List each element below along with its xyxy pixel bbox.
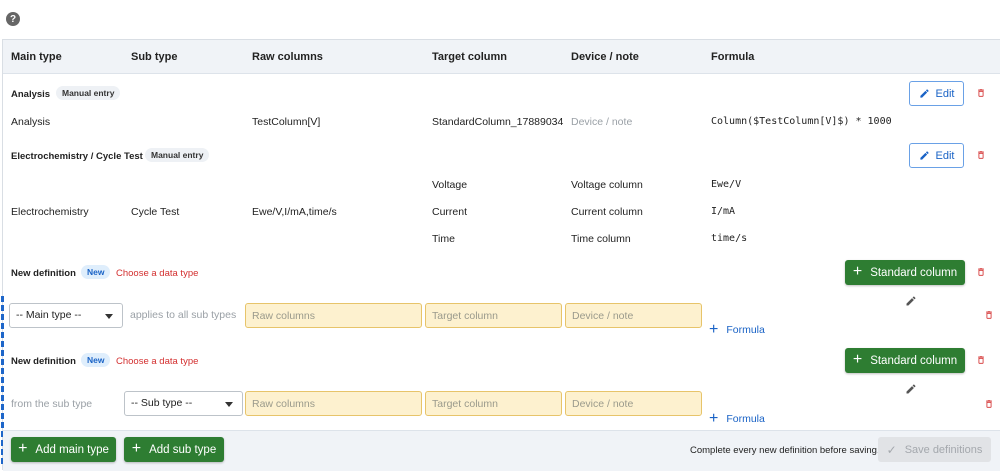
chevron-down-icon [225, 402, 233, 407]
pencil-icon[interactable] [905, 295, 917, 307]
mapping-formula: Ewe/V [711, 179, 742, 190]
device-note-input[interactable] [565, 391, 702, 416]
column-header-sub-type: Sub type [131, 51, 178, 63]
delete-icon[interactable] [976, 87, 986, 99]
mapping-target: Voltage [432, 179, 468, 191]
mapping-target: Current [432, 206, 468, 218]
mapping-target: Time [432, 233, 455, 245]
new-badge: New [81, 353, 111, 367]
add-sub-type-button[interactable]: + Add sub type [124, 437, 224, 462]
target-column-input[interactable] [425, 303, 562, 328]
formula-label: Formula [726, 413, 765, 425]
cell-raw-columns: Ewe/V,I/mA,time/s [252, 206, 337, 218]
scope-text: from the sub type [11, 398, 93, 410]
add-main-type-button[interactable]: + Add main type [11, 437, 116, 462]
column-header-formula: Formula [711, 51, 755, 63]
plus-icon: + [709, 321, 719, 338]
cell-sub-type: Cycle Test [131, 206, 180, 218]
cell-main-type: Electrochemistry [11, 206, 89, 218]
add-main-type-label: Add main type [35, 443, 109, 456]
edit-button-label: Edit [935, 87, 955, 100]
edit-button-label: Edit [935, 149, 955, 162]
chevron-down-icon [105, 314, 113, 319]
mapping-formula: I/mA [711, 206, 736, 217]
table-header: Main type Sub type Raw columns Target co… [3, 40, 1000, 74]
new-definition-title: New definition [11, 268, 76, 279]
column-header-raw-columns: Raw columns [252, 51, 323, 63]
add-formula-link[interactable]: + Formula [709, 411, 765, 427]
add-formula-link[interactable]: + Formula [709, 322, 765, 338]
standard-column-button[interactable]: + Standard column [845, 348, 965, 373]
standard-column-label: Standard column [870, 266, 958, 279]
new-definition-title: New definition [11, 356, 76, 367]
standard-column-button[interactable]: + Standard column [845, 260, 965, 285]
manual-entry-badge: Manual entry [56, 86, 121, 100]
check-icon: ✓ [886, 442, 897, 457]
device-note-input[interactable] [565, 303, 702, 328]
cell-device-note: Device / note [571, 116, 633, 128]
pencil-icon [919, 151, 929, 160]
edit-button[interactable]: Edit [909, 81, 964, 106]
column-header-device-note: Device / note [571, 51, 639, 63]
pencil-icon [919, 89, 929, 98]
sub-type-select[interactable]: -- Sub type -- [124, 391, 243, 416]
validation-hint: Choose a data type [116, 268, 199, 279]
manual-entry-badge: Manual entry [145, 148, 210, 162]
mapping-device: Time column [571, 233, 631, 245]
column-header-target-column: Target column [432, 51, 507, 63]
plus-icon: + [131, 439, 142, 457]
save-definitions-button[interactable]: ✓ Save definitions [878, 437, 991, 462]
standard-column-label: Standard column [870, 354, 958, 367]
help-icon[interactable]: ? [6, 12, 20, 26]
plus-icon: + [18, 439, 28, 457]
cell-formula: Column($TestColumn[V]$) * 1000 [711, 116, 892, 127]
sub-type-select-value: -- Sub type -- [131, 397, 193, 409]
save-definitions-label: Save definitions [904, 443, 983, 456]
save-notice: Complete every new definition before sav… [690, 445, 880, 456]
group-title: Analysis [11, 89, 51, 100]
delete-icon[interactable] [984, 309, 994, 321]
formula-label: Formula [726, 324, 765, 336]
target-column-input[interactable] [425, 391, 562, 416]
new-badge: New [81, 265, 111, 279]
main-type-select[interactable]: -- Main type -- [9, 303, 123, 328]
plus-icon: + [852, 350, 863, 368]
delete-icon[interactable] [976, 266, 986, 278]
main-type-select-value: -- Main type -- [16, 309, 82, 321]
add-sub-type-label: Add sub type [149, 443, 217, 456]
cell-main-type: Analysis [11, 116, 51, 128]
edit-button[interactable]: Edit [909, 143, 964, 168]
mapping-formula: time/s [711, 233, 748, 244]
column-header-main-type: Main type [11, 51, 62, 63]
delete-icon[interactable] [976, 149, 986, 161]
scope-text: applies to all sub types [130, 309, 237, 321]
plus-icon: + [852, 262, 863, 280]
raw-columns-input[interactable] [245, 391, 422, 416]
plus-icon: + [709, 410, 719, 427]
definitions-panel: Main type Sub type Raw columns Target co… [1, 39, 1000, 471]
validation-hint: Choose a data type [116, 356, 199, 367]
cell-raw-columns: TestColumn[V] [252, 116, 321, 128]
delete-icon[interactable] [976, 354, 986, 366]
mapping-device: Current column [571, 206, 643, 218]
cell-target-column: StandardColumn_17889034 [432, 116, 564, 128]
delete-icon[interactable] [984, 398, 994, 410]
raw-columns-input[interactable] [245, 303, 422, 328]
mapping-device: Voltage column [571, 179, 643, 191]
group-title: Electrochemistry / Cycle Test [11, 151, 143, 162]
pencil-icon[interactable] [905, 383, 917, 395]
